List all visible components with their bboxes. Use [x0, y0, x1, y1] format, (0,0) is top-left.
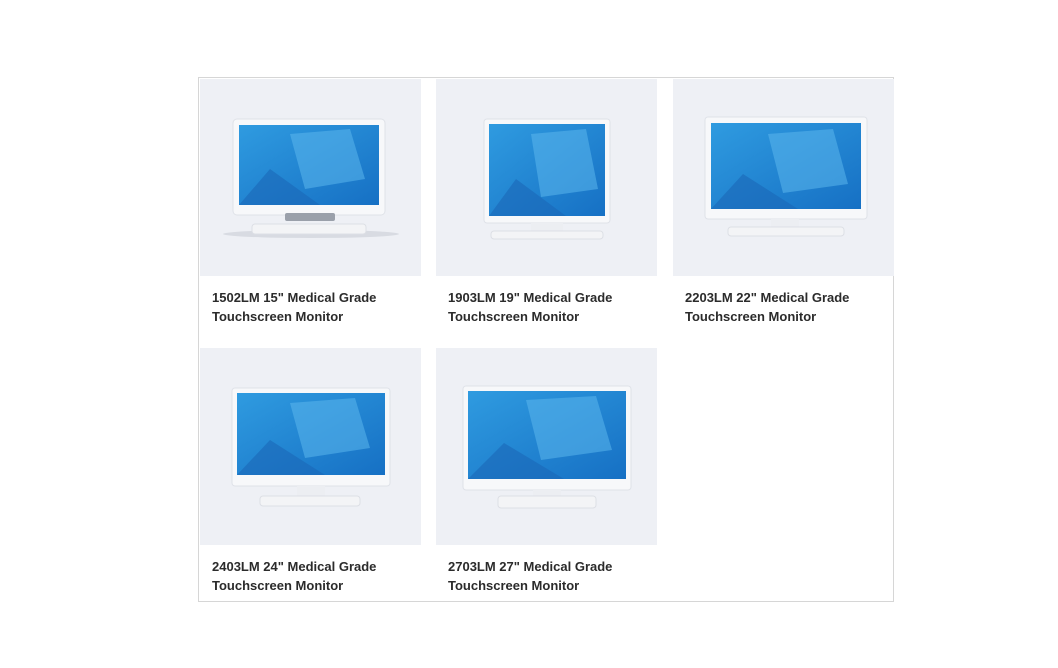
product-title[interactable]: 2203LM 22" Medical Grade Touchscreen Mon…: [685, 288, 890, 326]
monitor-27-icon: [462, 385, 632, 509]
product-title[interactable]: 1502LM 15" Medical Grade Touchscreen Mon…: [212, 288, 417, 326]
product-card-1502lm[interactable]: 1502LM 15" Medical Grade Touchscreen Mon…: [200, 79, 421, 339]
monitor-19-icon: [483, 118, 611, 240]
product-title[interactable]: 2403LM 24" Medical Grade Touchscreen Mon…: [212, 557, 417, 595]
product-thumbnail[interactable]: [673, 79, 894, 276]
product-grid-frame: 1502LM 15" Medical Grade Touchscreen Mon…: [198, 77, 894, 602]
product-title[interactable]: 1903LM 19" Medical Grade Touchscreen Mon…: [448, 288, 653, 326]
monitor-24-icon: [231, 387, 391, 507]
product-thumbnail[interactable]: [200, 348, 421, 545]
product-card-2403lm[interactable]: 2403LM 24" Medical Grade Touchscreen Mon…: [200, 348, 421, 608]
product-card-1903lm[interactable]: 1903LM 19" Medical Grade Touchscreen Mon…: [436, 79, 657, 339]
product-card-2203lm[interactable]: 2203LM 22" Medical Grade Touchscreen Mon…: [673, 79, 894, 339]
product-thumbnail[interactable]: [436, 79, 657, 276]
product-thumbnail[interactable]: [436, 348, 657, 545]
product-grid: 1502LM 15" Medical Grade Touchscreen Mon…: [199, 78, 894, 601]
monitor-15-icon: [223, 118, 399, 238]
product-title[interactable]: 2703LM 27" Medical Grade Touchscreen Mon…: [448, 557, 653, 595]
product-card-2703lm[interactable]: 2703LM 27" Medical Grade Touchscreen Mon…: [436, 348, 657, 608]
product-thumbnail[interactable]: [200, 79, 421, 276]
monitor-22-icon: [704, 116, 868, 237]
